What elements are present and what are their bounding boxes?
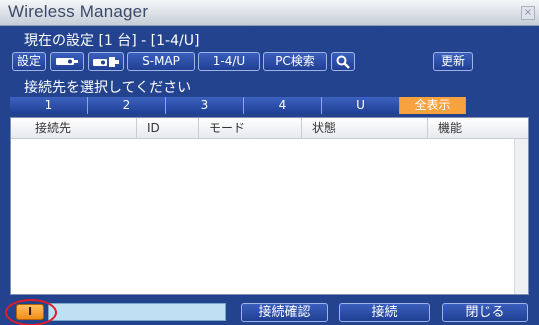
- column-destination[interactable]: 接続先: [11, 118, 136, 139]
- wireless-manager-window: Wireless Manager × 現在の設定 [1 台] - [1-4/U]…: [0, 0, 539, 325]
- tab-4[interactable]: 4: [244, 97, 322, 114]
- status-field: [48, 303, 226, 321]
- projector-connect-button[interactable]: [88, 52, 124, 71]
- column-status[interactable]: 状態: [301, 118, 427, 139]
- current-settings-label: 現在の設定 [1 台] - [1-4/U]: [24, 33, 200, 49]
- projector-connect-icon: [93, 57, 119, 67]
- range-button[interactable]: 1-4/U: [198, 52, 260, 71]
- column-function[interactable]: 機能: [427, 118, 513, 139]
- projector-icon: [56, 58, 78, 65]
- projector-button[interactable]: [50, 52, 84, 71]
- tab-u[interactable]: U: [322, 97, 400, 114]
- connection-list[interactable]: 接続先 ID モード 状態 機能: [10, 117, 529, 295]
- tab-2[interactable]: 2: [88, 97, 166, 114]
- check-connection-button[interactable]: 接続確認: [241, 303, 328, 322]
- settings-button[interactable]: 設定: [12, 52, 46, 71]
- filter-tabs: 1 2 3 4 U 全表示: [10, 97, 529, 114]
- close-icon[interactable]: ×: [521, 6, 535, 20]
- s-map-button[interactable]: S-MAP: [127, 52, 195, 71]
- title-bar[interactable]: Wireless Manager ×: [0, 0, 539, 26]
- list-header: 接続先 ID モード 状態 機能: [11, 118, 528, 139]
- tab-1[interactable]: 1: [10, 97, 88, 114]
- tab-3[interactable]: 3: [166, 97, 244, 114]
- close-button[interactable]: 閉じる: [442, 303, 528, 322]
- highlight-circle: [5, 299, 57, 325]
- pc-search-button[interactable]: PC検索: [263, 52, 327, 71]
- window-title: Wireless Manager: [8, 2, 149, 21]
- magnifier-icon: [336, 55, 350, 69]
- column-mode[interactable]: モード: [198, 118, 301, 139]
- refresh-button[interactable]: 更新: [433, 52, 473, 71]
- tab-show-all[interactable]: 全表示: [400, 97, 466, 114]
- connect-button[interactable]: 接続: [339, 303, 430, 322]
- column-id[interactable]: ID: [136, 118, 198, 139]
- list-scrollbar[interactable]: [514, 139, 528, 294]
- select-connection-label: 接続先を選択してください: [24, 80, 192, 96]
- search-button[interactable]: [331, 52, 355, 71]
